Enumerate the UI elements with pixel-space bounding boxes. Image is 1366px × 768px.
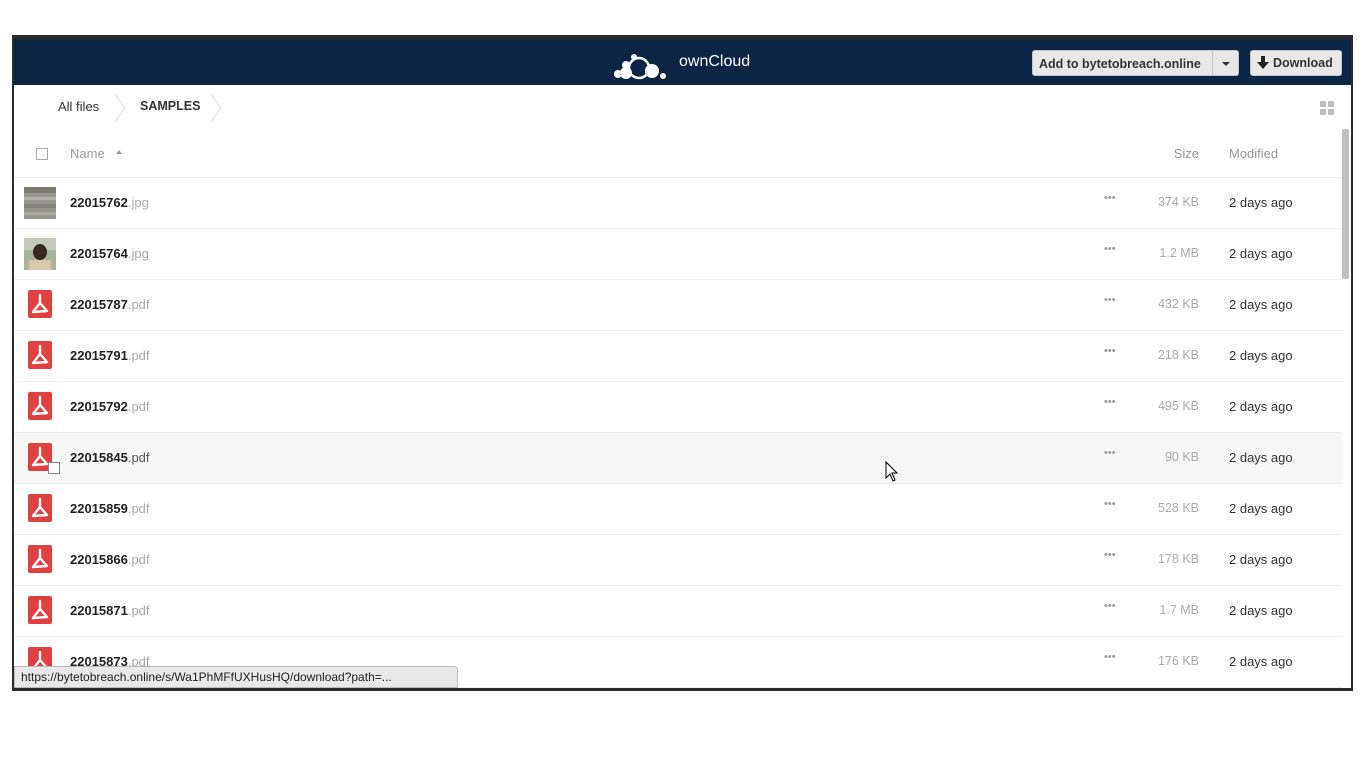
file-row[interactable]: 22015859.pdf ••• 528 KB 2 days ago — [14, 484, 1342, 535]
file-modified: 2 days ago — [1229, 246, 1293, 261]
file-size: 528 KB — [1157, 501, 1199, 515]
file-modified: 2 days ago — [1229, 399, 1293, 414]
file-name[interactable]: 22015845.pdf — [70, 450, 150, 465]
browser-viewport: ownCloud Add to bytetobreach.online Down… — [14, 39, 1351, 688]
file-name[interactable]: 22015871.pdf — [70, 603, 150, 618]
file-actions-menu-icon[interactable]: ••• — [1104, 498, 1116, 510]
file-name[interactable]: 22015764.jpg — [70, 246, 149, 261]
add-to-server-button[interactable]: Add to bytetobreach.online — [1032, 50, 1213, 76]
file-size: 432 KB — [1157, 297, 1199, 311]
file-row[interactable]: 22015762.jpg ••• 374 KB 2 days ago — [14, 178, 1342, 229]
file-actions-menu-icon[interactable]: ••• — [1104, 345, 1116, 357]
file-list: 22015762.jpg ••• 374 KB 2 days ago 22015… — [14, 178, 1342, 688]
column-size-header[interactable]: Size — [1174, 146, 1199, 161]
image-thumbnail-icon — [24, 187, 56, 219]
file-row[interactable]: 22015871.pdf ••• 1.7 MB 2 days ago — [14, 586, 1342, 637]
file-name[interactable]: 22015791.pdf — [70, 348, 150, 363]
file-size: 1.7 MB — [1159, 603, 1199, 617]
breadcrumb-all-files[interactable]: All files — [58, 99, 99, 114]
file-size: 178 KB — [1157, 552, 1199, 566]
file-actions-menu-icon[interactable]: ••• — [1104, 192, 1116, 204]
file-modified: 2 days ago — [1229, 297, 1293, 312]
file-modified: 2 days ago — [1229, 195, 1293, 210]
file-modified: 2 days ago — [1229, 654, 1293, 669]
download-arrow-icon — [1257, 56, 1269, 69]
brand-name: ownCloud — [679, 53, 751, 70]
breadcrumb-separator-icon — [210, 93, 222, 123]
grid-view-toggle-icon[interactable] — [1320, 101, 1334, 115]
pdf-icon — [28, 290, 52, 318]
file-actions-menu-icon[interactable]: ••• — [1104, 600, 1116, 612]
breadcrumb-samples[interactable]: SAMPLES — [140, 99, 200, 113]
file-modified: 2 days ago — [1229, 348, 1293, 363]
file-size: 218 KB — [1157, 348, 1199, 362]
file-actions-menu-icon[interactable]: ••• — [1104, 447, 1116, 459]
file-modified: 2 days ago — [1229, 603, 1293, 618]
file-size: 495 KB — [1157, 399, 1199, 413]
scrollbar-thumb[interactable] — [1342, 129, 1349, 279]
pdf-icon — [28, 545, 52, 573]
file-modified: 2 days ago — [1229, 450, 1293, 465]
owncloud-logo-icon — [614, 54, 666, 80]
file-row[interactable]: 22015787.pdf ••• 432 KB 2 days ago — [14, 280, 1342, 331]
file-row[interactable]: 22015792.pdf ••• 495 KB 2 days ago — [14, 382, 1342, 433]
select-all-checkbox[interactable] — [36, 148, 48, 160]
file-row[interactable]: 22015764.jpg ••• 1.2 MB 2 days ago — [14, 229, 1342, 280]
pdf-icon — [28, 596, 52, 624]
pdf-icon — [28, 341, 52, 369]
pdf-icon — [28, 392, 52, 420]
pdf-icon — [28, 494, 52, 522]
column-name-header[interactable]: Name — [70, 146, 105, 161]
file-size: 90 KB — [1164, 450, 1199, 464]
file-name[interactable]: 22015762.jpg — [70, 195, 149, 210]
file-size: 374 KB — [1157, 195, 1199, 209]
file-actions-menu-icon[interactable]: ••• — [1104, 651, 1116, 663]
image-thumbnail-icon — [24, 238, 56, 270]
file-size: 176 KB — [1157, 654, 1199, 668]
row-select-checkbox[interactable] — [48, 462, 60, 474]
add-options-dropdown-button[interactable] — [1213, 50, 1239, 76]
link-status-bar: https://bytetobreach.online/s/Wa1PhMFfUX… — [14, 666, 458, 688]
breadcrumb-separator-icon — [114, 93, 126, 123]
file-row[interactable]: 22015791.pdf ••• 218 KB 2 days ago — [14, 331, 1342, 382]
file-actions-menu-icon[interactable]: ••• — [1104, 294, 1116, 306]
top-header: ownCloud Add to bytetobreach.online Down… — [14, 39, 1351, 85]
file-table-header: Name Size Modified — [14, 129, 1342, 178]
file-actions-menu-icon[interactable]: ••• — [1104, 549, 1116, 561]
download-button[interactable]: Download — [1250, 50, 1342, 76]
file-actions-menu-icon[interactable]: ••• — [1104, 243, 1116, 255]
file-name[interactable]: 22015859.pdf — [70, 501, 150, 516]
file-row-hovered[interactable]: 22015845.pdf ••• 90 KB 2 days ago — [14, 433, 1342, 484]
file-size: 1.2 MB — [1159, 246, 1199, 260]
column-modified-header[interactable]: Modified — [1229, 146, 1278, 161]
download-label: Download — [1273, 56, 1333, 70]
mouse-cursor-icon — [885, 461, 899, 482]
file-name[interactable]: 22015792.pdf — [70, 399, 150, 414]
file-row[interactable]: 22015866.pdf ••• 178 KB 2 days ago — [14, 535, 1342, 586]
file-modified: 2 days ago — [1229, 552, 1293, 567]
file-name[interactable]: 22015866.pdf — [70, 552, 150, 567]
file-modified: 2 days ago — [1229, 501, 1293, 516]
file-actions-menu-icon[interactable]: ••• — [1104, 396, 1116, 408]
file-name[interactable]: 22015787.pdf — [70, 297, 150, 312]
sort-ascending-icon — [116, 150, 122, 154]
